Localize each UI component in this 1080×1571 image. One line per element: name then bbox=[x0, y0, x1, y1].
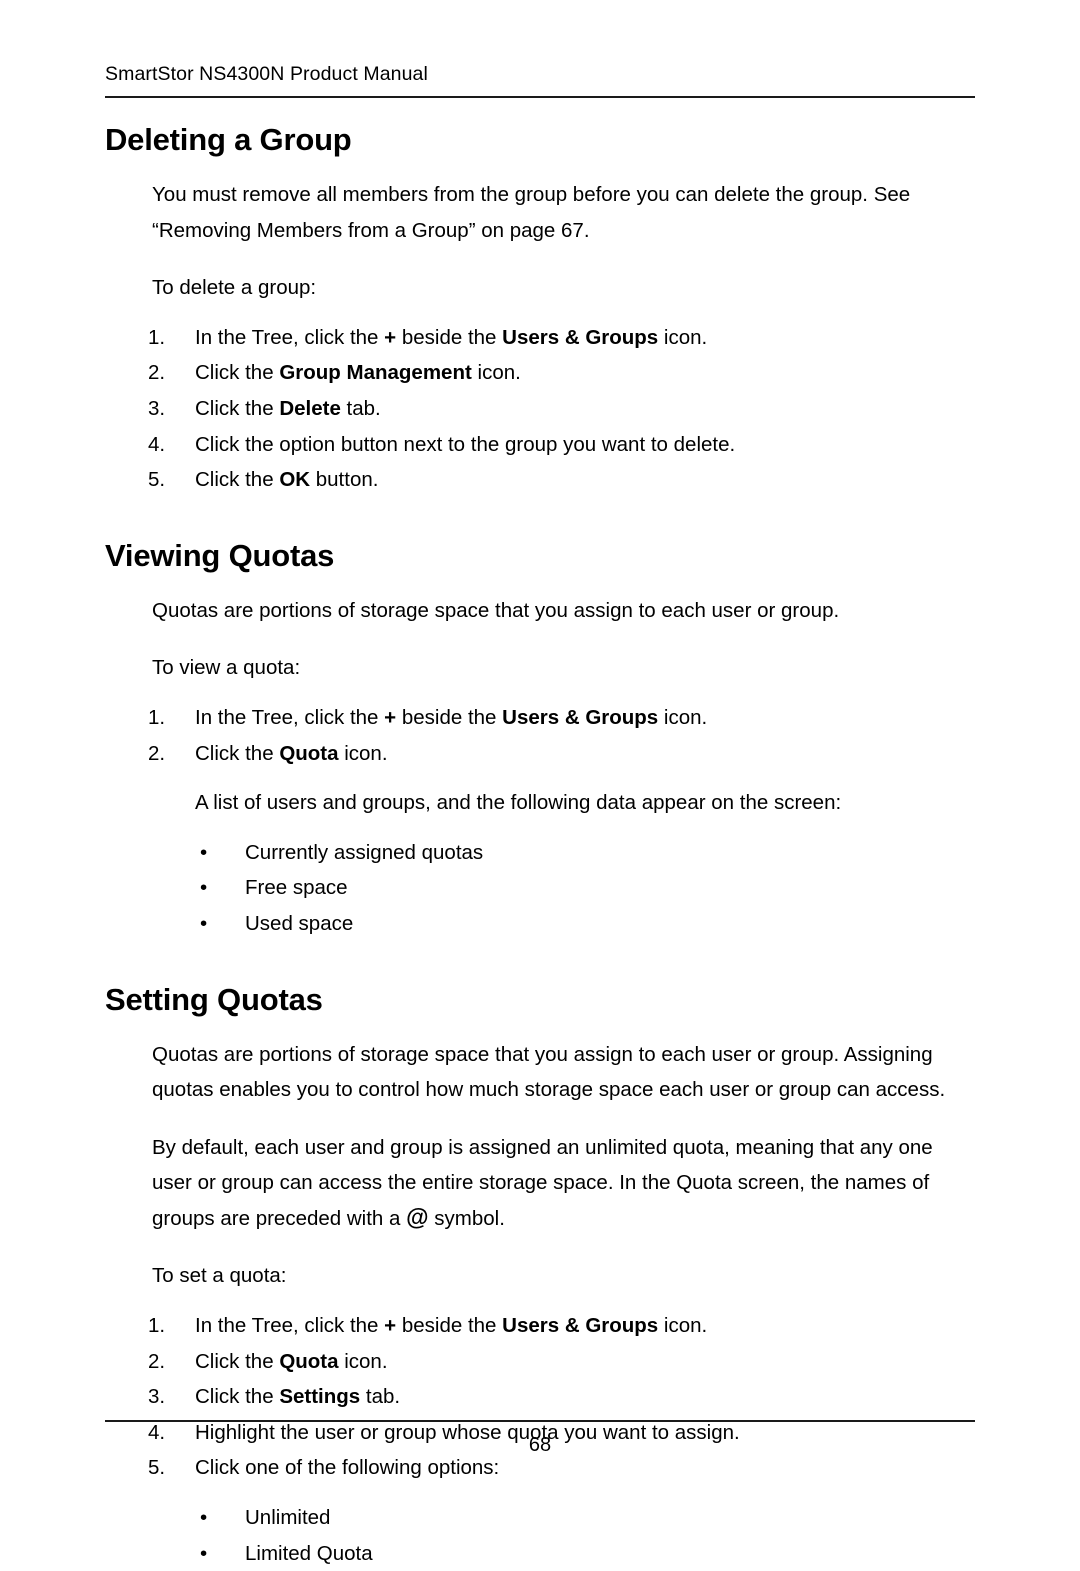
note-quota-screen-data: A list of users and groups, and the foll… bbox=[195, 791, 842, 815]
step-text-pre: Click the bbox=[195, 1349, 280, 1373]
steps-set-quota: 1. In the Tree, click the + beside the Us… bbox=[0, 1308, 1080, 1486]
heading-viewing-quotas: Viewing Quotas bbox=[105, 537, 335, 573]
step-text-pre: In the Tree, click the bbox=[195, 325, 385, 349]
step-text-pre: Click one of the following options: bbox=[195, 1456, 500, 1480]
step-text-pre: Click the bbox=[195, 741, 280, 765]
at-symbol-icon: @ bbox=[406, 1203, 429, 1230]
step-text-post: button. bbox=[310, 468, 379, 492]
step-text-pre: Click the bbox=[195, 396, 280, 420]
step-number: 3. bbox=[148, 396, 166, 420]
heading-setting-quotas: Setting Quotas bbox=[105, 981, 323, 1017]
list-item: • Used space bbox=[0, 906, 1080, 942]
step-number: 5. bbox=[148, 468, 166, 492]
step-text-pre: Click the bbox=[195, 361, 280, 385]
bullet-text: Currently assigned quotas bbox=[245, 840, 484, 864]
list-item: 3. Click the Delete tab. bbox=[0, 391, 1080, 427]
list-item: • Unlimited bbox=[0, 1500, 1080, 1536]
lead-in-view-quota: To view a quota: bbox=[152, 656, 301, 680]
list-item: 1. In the Tree, click the + beside the Us… bbox=[0, 700, 1080, 736]
step-text-post: icon. bbox=[658, 1314, 708, 1338]
step-number: 1. bbox=[148, 1314, 166, 1338]
paragraph-setting-intro: Quotas are portions of storage space tha… bbox=[152, 1042, 946, 1102]
bullet-glyph: • bbox=[200, 840, 208, 864]
step-text-pre: In the Tree, click the bbox=[195, 705, 385, 729]
paragraph-default-quota: By default, each user and group is assig… bbox=[0, 1130, 1080, 1237]
list-item: • Free space bbox=[0, 870, 1080, 906]
step-text-bold: Quota bbox=[279, 741, 339, 765]
step-text-pre: Click the bbox=[195, 1385, 280, 1409]
step-text-bold: + bbox=[384, 325, 397, 349]
bullet-text: Limited Quota bbox=[245, 1541, 373, 1565]
steps-delete-group: 1. In the Tree, click the + beside the Us… bbox=[0, 320, 1080, 498]
step-text-bold2: Users & Groups bbox=[502, 1314, 659, 1338]
list-item: 2. Click the Quota icon. bbox=[0, 1344, 1080, 1380]
bullet-glyph: • bbox=[200, 876, 208, 900]
step-number: 2. bbox=[148, 1349, 166, 1373]
page-number: 68 bbox=[528, 1434, 552, 1456]
step-text-bold: Delete bbox=[279, 396, 341, 420]
step-text-post: icon. bbox=[658, 705, 708, 729]
list-item: 2. Click the Quota icon. bbox=[0, 736, 1080, 772]
bullet-glyph: • bbox=[200, 911, 208, 935]
step-text-mid: beside the bbox=[396, 705, 503, 729]
paragraph-deleting-intro: You must remove all members from the gro… bbox=[152, 183, 911, 242]
step-text-post: icon. bbox=[338, 741, 388, 765]
list-item: 2. Click the Group Management icon. bbox=[0, 355, 1080, 391]
step-number: 2. bbox=[148, 741, 166, 765]
paragraph-viewing-intro: Quotas are portions of storage space tha… bbox=[152, 598, 840, 622]
step-text-bold: OK bbox=[279, 468, 311, 492]
list-item: 4. Click the option button next to the gr… bbox=[0, 427, 1080, 463]
list-item: • Limited Quota bbox=[0, 1536, 1080, 1571]
step-text-pre: In the Tree, click the bbox=[195, 1314, 385, 1338]
bullet-text: Used space bbox=[245, 911, 354, 935]
step-text-pre: Click the bbox=[195, 468, 280, 492]
bullet-text: Free space bbox=[245, 876, 348, 900]
bullet-glyph: • bbox=[200, 1506, 208, 1530]
paragraph-default-quota-post: symbol. bbox=[428, 1206, 505, 1230]
step-text-post: icon. bbox=[471, 361, 521, 385]
step-text-bold: + bbox=[384, 705, 397, 729]
list-item: 1. In the Tree, click the + beside the Us… bbox=[0, 1308, 1080, 1344]
step-number: 3. bbox=[148, 1385, 166, 1409]
step-text-pre: Click the option button next to the grou… bbox=[195, 432, 736, 456]
heading-deleting-a-group: Deleting a Group bbox=[105, 122, 352, 157]
step-text-bold2: Users & Groups bbox=[502, 325, 659, 349]
steps-view-quota: 1. In the Tree, click the + beside the Us… bbox=[0, 700, 1080, 771]
step-number: 2. bbox=[148, 361, 166, 385]
document-page: SmartStor NS4300N Product Manual Deletin… bbox=[0, 0, 1080, 1565]
step-text-bold: Settings bbox=[279, 1385, 361, 1409]
step-text-bold2: Users & Groups bbox=[502, 705, 659, 729]
footer-rule bbox=[105, 1420, 975, 1422]
paragraph-default-quota-pre: By default, each user and group is assig… bbox=[152, 1135, 933, 1230]
step-number: 1. bbox=[148, 325, 166, 349]
bullets-quota-options: • Unlimited • Limited Quota bbox=[0, 1500, 1080, 1571]
list-item: 3. Click the Settings tab. bbox=[0, 1379, 1080, 1415]
step-number: 4. bbox=[148, 432, 166, 456]
lead-in-delete-group: To delete a group: bbox=[152, 276, 317, 300]
bullet-text: Unlimited bbox=[245, 1506, 331, 1530]
list-item: • Currently assigned quotas bbox=[0, 835, 1080, 871]
lead-in-set-quota: To set a quota: bbox=[152, 1264, 287, 1288]
list-item: 5. Click the OK button. bbox=[0, 462, 1080, 498]
step-number: 1. bbox=[148, 705, 166, 729]
running-header: SmartStor NS4300N Product Manual bbox=[105, 63, 428, 85]
bullets-quota-data: • Currently assigned quotas • Free space •… bbox=[0, 835, 1080, 942]
step-text-post: tab. bbox=[340, 396, 381, 420]
step-text-bold: Group Management bbox=[279, 361, 472, 385]
step-text-mid: beside the bbox=[396, 1314, 503, 1338]
step-text-post: icon. bbox=[338, 1349, 388, 1373]
page-content: Deleting a Group You must remove all mem… bbox=[0, 118, 1080, 1571]
step-text-post: tab. bbox=[360, 1385, 401, 1409]
list-item: 1. In the Tree, click the + beside the Us… bbox=[0, 320, 1080, 356]
step-text-post: icon. bbox=[658, 325, 708, 349]
header-rule bbox=[105, 96, 975, 98]
step-text-bold: + bbox=[384, 1314, 397, 1338]
bullet-glyph: • bbox=[200, 1541, 208, 1565]
step-text-mid: beside the bbox=[396, 325, 503, 349]
step-text-bold: Quota bbox=[279, 1349, 339, 1373]
